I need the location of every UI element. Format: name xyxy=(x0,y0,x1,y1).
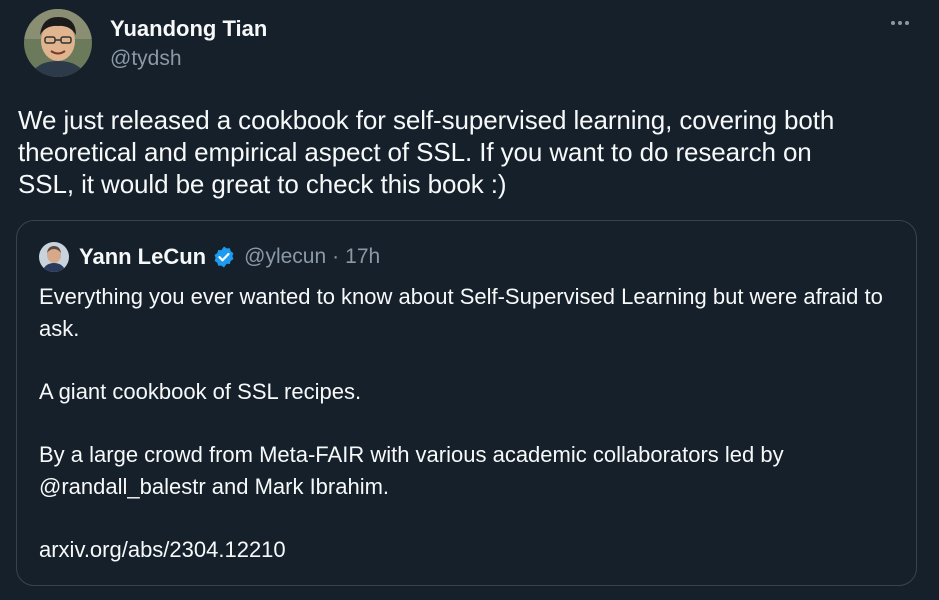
author-handle[interactable]: @tydsh xyxy=(110,45,267,72)
dot-separator: · xyxy=(332,245,340,268)
author-display-name[interactable]: Yuandong Tian xyxy=(110,15,267,43)
author-avatar[interactable] xyxy=(24,9,92,77)
quoted-tweet[interactable]: Yann LeCun @ylecun · 17h Everything you … xyxy=(16,220,917,586)
more-dot xyxy=(905,21,909,25)
quoted-author-display-name[interactable]: Yann LeCun xyxy=(79,244,206,270)
tweet-text: We just released a cookbook for self-sup… xyxy=(18,105,835,199)
quoted-paragraph: By a large crowd from Meta-FAIR with var… xyxy=(39,442,784,499)
more-options-icon[interactable] xyxy=(883,10,917,36)
quoted-paragraph: A giant cookbook of SSL recipes. xyxy=(39,379,362,404)
verified-badge-icon xyxy=(212,245,236,269)
quoted-author-avatar[interactable] xyxy=(39,242,69,272)
quoted-tweet-timestamp[interactable]: 17h xyxy=(345,245,380,269)
quoted-link[interactable]: arxiv.org/abs/2304.12210 xyxy=(39,534,899,566)
more-dot xyxy=(898,21,902,25)
more-dot xyxy=(891,21,895,25)
quoted-author-handle[interactable]: @ylecun xyxy=(244,245,326,269)
quoted-paragraph: Everything you ever wanted to know about… xyxy=(39,284,883,341)
tweet-header: Yuandong Tian @tydsh xyxy=(24,8,267,78)
author-names: Yuandong Tian @tydsh xyxy=(110,15,267,72)
quoted-tweet-text: Everything you ever wanted to know about… xyxy=(39,281,899,566)
quoted-tweet-header: Yann LeCun @ylecun · 17h xyxy=(39,241,380,273)
tweet-card: Yuandong Tian @tydsh We just released a … xyxy=(0,0,939,600)
